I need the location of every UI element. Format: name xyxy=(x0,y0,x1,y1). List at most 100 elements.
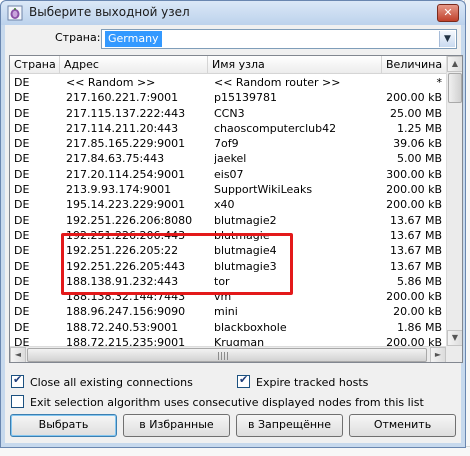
expire-hosts-checkbox[interactable]: ✔ xyxy=(237,373,250,388)
node-name-cell: SupportWikiLeaks xyxy=(214,183,313,197)
address-cell: 188.96.247.156:9090 xyxy=(66,305,186,319)
address-cell: 217.114.211.20:443 xyxy=(66,121,179,135)
bandwidth-cell: 13.67 MB xyxy=(389,244,442,258)
country-cell: DE xyxy=(14,183,30,197)
table-row[interactable]: DE 192.251.226.206:8080 blutmagie2 13.67 MB xyxy=(10,213,447,228)
country-cell: DE xyxy=(14,121,30,135)
address-cell: 195.14.223.229:9001 xyxy=(66,198,186,212)
column-header-country[interactable]: Страна xyxy=(10,56,60,74)
table-header: Страна Адрес Имя узла Величина xyxy=(10,56,447,74)
address-cell: 217.160.221.7:9001 xyxy=(66,91,179,105)
scroll-left-button[interactable]: ◄ xyxy=(10,347,26,362)
select-button[interactable]: Выбрать xyxy=(10,414,117,437)
country-cell: DE xyxy=(14,244,30,258)
address-cell: 188.138.32.144:7443 xyxy=(66,290,186,304)
horizontal-scroll-thumb[interactable] xyxy=(27,348,427,362)
node-name-cell: x40 xyxy=(214,198,235,212)
table-row[interactable]: DE 188.138.91.232:443 tor 5.86 MB xyxy=(10,274,447,289)
cancel-button[interactable]: Отменить xyxy=(349,414,456,437)
node-name-cell: blackboxhole xyxy=(214,320,287,334)
table-row[interactable]: DE 217.160.221.7:9001 p15139781 200.00 kB xyxy=(10,90,447,105)
table-row[interactable]: DE 217.84.63.75:443 jaekel 5.00 MB xyxy=(10,151,447,166)
table-row[interactable]: DE 188.72.240.53:9001 blackboxhole 1.86 MB xyxy=(10,320,447,335)
country-select[interactable]: Germany ▼ xyxy=(101,29,457,49)
country-cell: DE xyxy=(14,198,30,212)
table-row[interactable]: DE 213.9.93.174:9001 SupportWikiLeaks 200.0… xyxy=(10,182,447,197)
bandwidth-cell: 300.00 kB xyxy=(386,167,442,181)
close-connections-checkbox[interactable]: ✔ xyxy=(11,373,24,388)
country-cell: DE xyxy=(14,290,30,304)
node-name-cell: << Random router >> xyxy=(214,76,341,89)
table-row[interactable]: DE 188.96.247.156:9090 mini 20.00 kB xyxy=(10,304,447,319)
bandwidth-cell: 200.00 kB xyxy=(386,290,442,304)
bandwidth-cell: 200.00 kB xyxy=(386,198,442,212)
bandwidth-cell: 1.86 MB xyxy=(396,320,442,334)
add-to-favorites-button[interactable]: в Избранные xyxy=(123,414,230,437)
address-cell: 192.251.226.205:22 xyxy=(66,244,179,258)
address-cell: 192.251.226.205:443 xyxy=(66,259,186,273)
node-name-cell: jaekel xyxy=(214,152,247,166)
table-row[interactable]: DE 188.138.32.144:7443 vm 200.00 kB xyxy=(10,289,447,304)
title-bar[interactable]: Выберите выходной узел ✕ xyxy=(1,1,465,25)
scrollbar-corner xyxy=(446,346,462,362)
country-cell: DE xyxy=(14,167,30,181)
exit-node-dialog: Выберите выходной узел ✕ Страна: Germany… xyxy=(0,0,466,448)
address-cell: 217.20.114.254:9001 xyxy=(66,167,186,181)
bandwidth-cell: 13.67 MB xyxy=(389,259,442,273)
table-row[interactable]: DE 192.251.226.206:443 blutmagie 13.67 MB xyxy=(10,228,447,243)
exit-algorithm-label: Exit selection algorithm uses consecutiv… xyxy=(30,396,424,409)
country-select-value: Germany xyxy=(105,31,162,47)
table-row[interactable]: DE 192.251.226.205:22 blutmagie4 13.67 MB xyxy=(10,243,447,258)
country-cell: DE xyxy=(14,152,30,166)
node-name-cell: mini xyxy=(214,305,238,319)
node-name-cell: tor xyxy=(214,274,230,288)
exit-node-table: Страна Адрес Имя узла Величина DE << Rand… xyxy=(9,55,463,363)
vertical-scrollbar[interactable]: ▲ ▼ xyxy=(446,56,462,346)
country-cell: DE xyxy=(14,106,30,120)
country-cell: DE xyxy=(14,137,30,151)
address-cell: 192.251.226.206:443 xyxy=(66,228,186,242)
table-row[interactable]: DE 195.14.223.229:9001 x40 200.00 kB xyxy=(10,197,447,212)
address-cell: 217.84.63.75:443 xyxy=(66,152,165,166)
address-cell: 217.115.137.222:443 xyxy=(66,106,186,120)
bandwidth-cell: 5.00 MB xyxy=(396,152,442,166)
table-body: DE << Random >> << Random router >> * DE 217.… xyxy=(10,75,447,350)
bandwidth-cell: 200.00 kB xyxy=(386,183,442,197)
close-button[interactable]: ✕ xyxy=(437,4,459,22)
country-cell: DE xyxy=(14,76,30,89)
expire-hosts-option[interactable]: ✔ Expire tracked hosts xyxy=(237,373,369,389)
table-row[interactable]: DE 217.85.165.229:9001 7of9 39.06 kB xyxy=(10,136,447,151)
table-row[interactable]: DE 217.115.137.222:443 CCN3 25.00 MB xyxy=(10,106,447,121)
table-row[interactable]: DE 217.114.211.20:443 chaoscomputerclub42 1… xyxy=(10,121,447,136)
chevron-down-icon[interactable]: ▼ xyxy=(439,31,455,47)
address-cell: << Random >> xyxy=(66,76,156,89)
close-connections-label: Close all existing connections xyxy=(30,376,193,389)
horizontal-scrollbar[interactable]: ◄ ► xyxy=(10,346,447,362)
column-header-address[interactable]: Адрес xyxy=(60,56,208,74)
checkmark-icon: ✔ xyxy=(13,373,23,386)
bandwidth-cell: 1.25 MB xyxy=(396,121,442,135)
column-header-node-name[interactable]: Имя узла xyxy=(208,56,382,74)
scroll-right-button[interactable]: ► xyxy=(430,347,446,362)
exit-algorithm-checkbox[interactable] xyxy=(11,395,24,408)
close-connections-option[interactable]: ✔ Close all existing connections xyxy=(11,373,193,389)
add-to-blocked-button[interactable]: в Запрещённе xyxy=(236,414,343,437)
expire-hosts-label: Expire tracked hosts xyxy=(256,376,369,389)
bandwidth-cell: 39.06 kB xyxy=(393,137,442,151)
country-cell: DE xyxy=(14,320,30,334)
table-row[interactable]: DE 217.20.114.254:9001 eis07 300.00 kB xyxy=(10,167,447,182)
vertical-scroll-thumb[interactable] xyxy=(448,73,462,103)
country-cell: DE xyxy=(14,91,30,105)
exit-algorithm-option[interactable]: Exit selection algorithm uses consecutiv… xyxy=(11,395,424,409)
scroll-down-button[interactable]: ▼ xyxy=(447,330,462,346)
scroll-up-button[interactable]: ▲ xyxy=(447,56,462,72)
table-row[interactable]: DE << Random >> << Random router >> * xyxy=(10,75,447,90)
bandwidth-cell: 5.86 MB xyxy=(396,274,442,288)
column-header-bandwidth[interactable]: Величина xyxy=(382,56,447,74)
country-cell: DE xyxy=(14,305,30,319)
table-row[interactable]: DE 192.251.226.205:443 blutmagie3 13.67 MB xyxy=(10,259,447,274)
bandwidth-cell: * xyxy=(436,76,443,89)
window-title: Выберите выходной узел xyxy=(29,5,190,19)
node-name-cell: blutmagie3 xyxy=(214,259,277,273)
bandwidth-cell: 25.00 MB xyxy=(389,106,442,120)
